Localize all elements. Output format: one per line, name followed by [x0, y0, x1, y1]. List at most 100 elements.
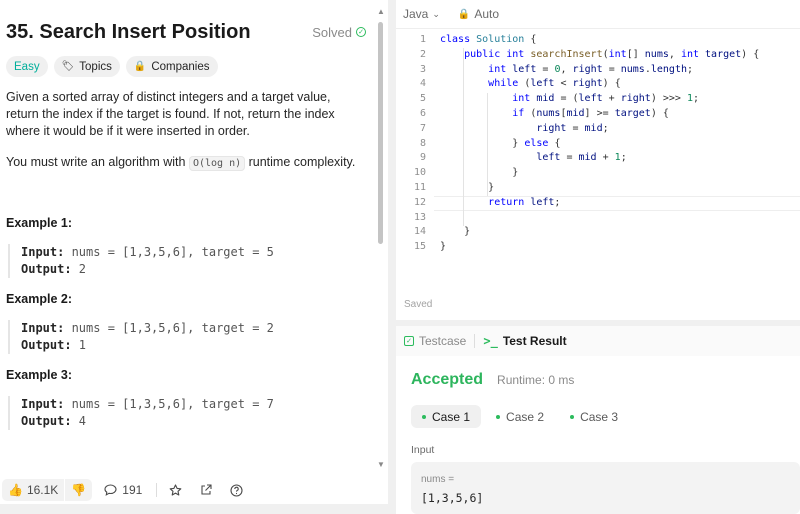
example-1-block: Input: nums = [1,3,5,6], target = 5 Outp… [8, 244, 368, 278]
case-tab-3[interactable]: Case 3 [559, 405, 629, 428]
line-number: 3 [419, 63, 426, 75]
language-select[interactable]: Java [403, 7, 428, 21]
line-number: 2 [419, 48, 426, 60]
solved-label: Solved [312, 24, 352, 40]
line-number: 7 [419, 122, 426, 134]
tab-testcase[interactable]: ✓ Testcase [404, 334, 466, 348]
example-input: nums = [1,3,5,6], target = 2 [64, 321, 274, 335]
topics-label: Topics [79, 60, 112, 73]
like-button[interactable]: 👍 16.1K [2, 479, 64, 501]
share-button[interactable] [200, 484, 212, 496]
code-text: int mid = (left + right) >>> 1; [512, 93, 700, 105]
example-3-title: Example 3: [6, 368, 73, 382]
case-label: Case 1 [432, 409, 471, 424]
code-line[interactable]: 11 } [396, 181, 800, 196]
saved-status: Saved [404, 299, 433, 310]
complexity-code: O(log n) [188, 156, 246, 171]
difficulty-tag[interactable]: Easy [6, 56, 48, 77]
code-editor-panel: Java ⌄ 🔒 Auto 1 class Solution {2 public … [396, 0, 800, 320]
example-3-block: Input: nums = [1,3,5,6], target = 7 Outp… [8, 396, 368, 430]
code-line[interactable]: 8 } else { [396, 137, 800, 152]
example-output-label: Output: [21, 414, 72, 428]
code-line[interactable]: 10 } [396, 166, 800, 181]
line-number: 15 [413, 241, 426, 253]
help-button[interactable] [230, 483, 243, 497]
result-summary: Accepted Runtime: 0 ms [411, 371, 574, 389]
example-1-title: Example 1: [6, 216, 73, 230]
check-circle-icon: ✓ [356, 27, 366, 37]
code-text: int left = 0, right = nums.length; [488, 63, 694, 75]
code-line[interactable]: 1 class Solution { [396, 33, 800, 48]
problem-description: Given a sorted array of distinct integer… [6, 90, 335, 138]
chevron-down-icon[interactable]: ⌄ [432, 9, 440, 20]
example-output-label: Output: [21, 338, 72, 352]
comment-icon [104, 484, 117, 496]
code-text: right = mid; [536, 122, 609, 134]
code-area[interactable]: 1 class Solution {2 public int searchInse… [396, 33, 800, 255]
pass-dot-icon [422, 414, 426, 419]
indent-guide [487, 93, 488, 196]
example-2-block: Input: nums = [1,3,5,6], target = 2 Outp… [8, 320, 368, 354]
scroll-up-icon[interactable]: ▲ [377, 8, 385, 16]
comments-button[interactable]: 191 [104, 483, 142, 497]
code-line[interactable]: 7 right = mid; [396, 122, 800, 137]
code-text: class Solution { [440, 34, 537, 45]
case-tab-1[interactable]: Case 1 [411, 405, 482, 428]
vote-box: 👍 16.1K 👎 [2, 479, 93, 501]
favorite-button[interactable] [169, 483, 182, 497]
code-text: public int searchInsert(int[] nums, int … [464, 48, 760, 60]
editor-toolbar: Java ⌄ 🔒 Auto [396, 0, 800, 28]
case-tab-2[interactable]: Case 2 [485, 405, 555, 428]
case-tabs: Case 1 Case 2 Case 3 [411, 405, 629, 428]
example-output: 1 [71, 338, 87, 352]
mode-label[interactable]: Auto [474, 7, 499, 21]
line-number: 10 [413, 167, 426, 179]
pass-dot-icon [570, 414, 575, 419]
example-2-title: Example 2: [6, 292, 73, 306]
line-number: 8 [419, 137, 426, 149]
line-number: 4 [419, 78, 426, 90]
code-line[interactable]: 6 if (nums[mid] >= target) { [396, 107, 800, 122]
question-icon [230, 483, 243, 497]
like-count: 16.1K [26, 483, 59, 497]
results-panel: ✓ Testcase >_ Test Result Accepted Runti… [396, 326, 800, 514]
code-text: } [440, 241, 447, 253]
code-line[interactable]: 4 while (left < right) { [396, 77, 800, 92]
input-section-label: Input [411, 444, 435, 456]
description-scrollbar[interactable]: ▲ ▼ [377, 8, 385, 469]
line-number: 12 [413, 196, 426, 208]
complexity-note: You must write an algorithm with O(log n… [6, 154, 366, 172]
case-label: Case 3 [580, 409, 619, 424]
example-input-label: Input: [21, 397, 65, 411]
dislike-button[interactable]: 👎 [65, 479, 92, 501]
scroll-down-icon[interactable]: ▼ [377, 461, 385, 469]
tab-test-result[interactable]: >_ Test Result [483, 334, 566, 348]
topics-tag[interactable]: 🏷 Topics [53, 56, 120, 77]
scrollbar-thumb[interactable] [378, 22, 383, 244]
code-line[interactable]: 13 [396, 211, 800, 226]
code-text: while (left < right) { [488, 78, 621, 90]
example-input: nums = [1,3,5,6], target = 7 [64, 397, 274, 411]
code-line[interactable]: 12 return left; [396, 195, 800, 211]
title-row: 35. Search Insert Position Solved ✓ [6, 18, 366, 46]
code-line[interactable]: 2 public int searchInsert(int[] nums, in… [396, 48, 800, 63]
tab-test-result-label: Test Result [502, 334, 567, 348]
tag-icon: 🏷 [61, 61, 75, 72]
companies-tag[interactable]: 🔒 Companies [125, 56, 218, 77]
code-line[interactable]: 9 left = mid + 1; [396, 151, 800, 166]
code-line[interactable]: 3 int left = 0, right = nums.length; [396, 63, 800, 78]
problem-content: 35. Search Insert Position Solved ✓ Easy… [0, 0, 376, 470]
lock-icon: 🔒 [133, 61, 147, 72]
code-line[interactable]: 15} [396, 240, 800, 255]
example-input-label: Input: [21, 321, 65, 335]
example-output-label: Output: [21, 262, 72, 276]
code-line[interactable]: 14 } [396, 225, 800, 240]
example-output: 4 [71, 414, 87, 428]
code-text: } [512, 167, 519, 179]
input-param-value: [1,3,5,6] [421, 491, 484, 505]
tab-testcase-label: Testcase [419, 334, 467, 348]
problem-panel: 35. Search Insert Position Solved ✓ Easy… [0, 0, 388, 504]
star-icon [169, 483, 182, 496]
lock-icon: 🔒 [457, 8, 471, 20]
code-line[interactable]: 5 int mid = (left + right) >>> 1; [396, 92, 800, 107]
